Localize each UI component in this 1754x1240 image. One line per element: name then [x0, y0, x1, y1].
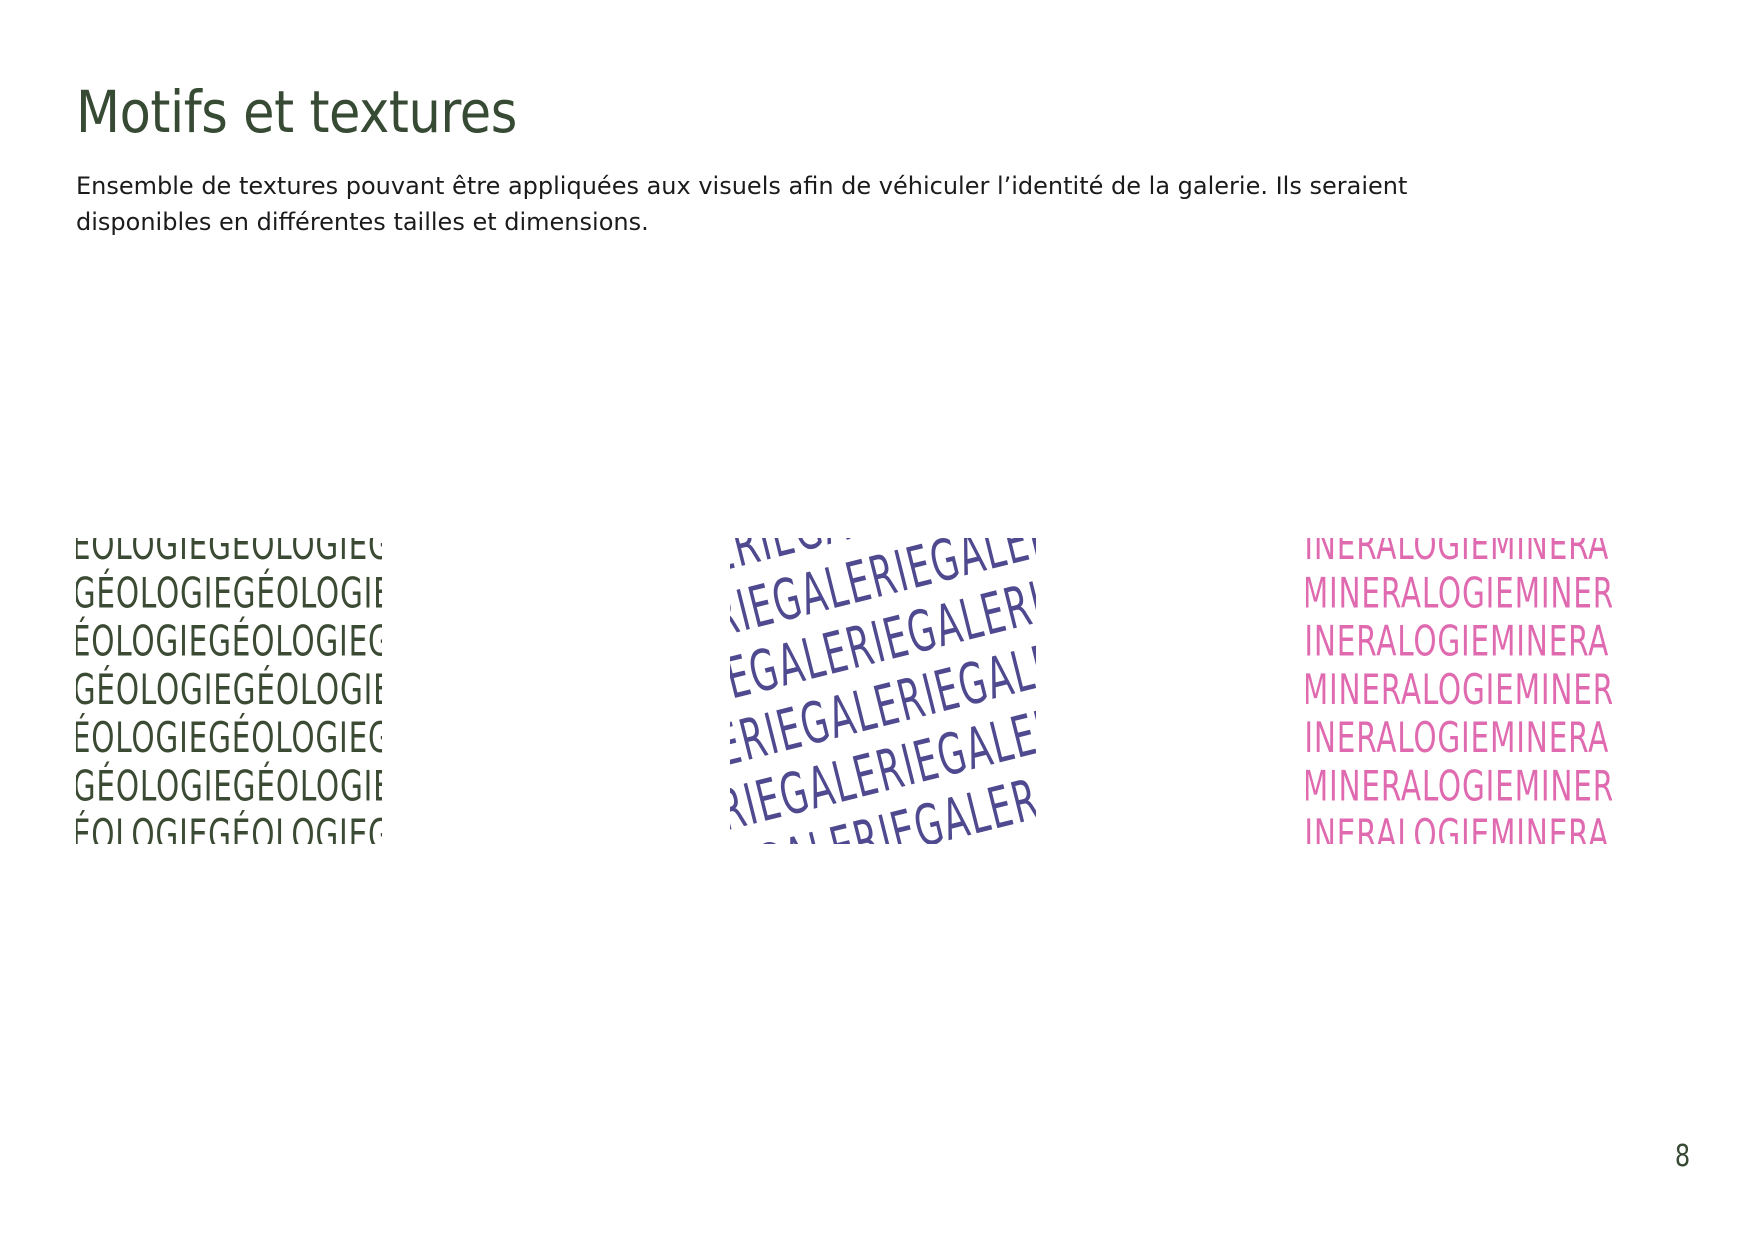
texture-row: GÉOLOGIEGÉOLOGIEGÉOLOGIEGÉOLOGIE [76, 568, 382, 617]
texture-row: GÉOLOGIEGÉOLOGIEGÉOLOGIEGÉOLOGIE [76, 665, 382, 714]
texture-row: MINERALOGIEMINERALOGIEMINERALOGIEMINERAL [1306, 761, 1612, 810]
texture-row: GÉOLOGIEGÉOLOGIEGÉOLOGIEGÉOLOGIE [76, 761, 382, 810]
texture-geologie: GÉOLOGIEGÉOLOGIE GÉOLOGIEGÉOLOGIE GÉOLOGIE… [76, 538, 382, 844]
texture-row: MINERALOGIEMINERALOGIEMINERALOGIEMINERAL [1306, 713, 1612, 762]
texture-row: GÉOLOGIEGÉOLOGIEGÉOLOGIEGÉOLOGIE [76, 810, 382, 844]
texture-row: GÉOLOGIEGÉOLOGIEGÉOLOGIEGÉOLOGIE [76, 538, 382, 569]
page-title: Motifs et textures [76, 78, 517, 146]
texture-row: GÉOLOGIEGÉOLOGIEGÉOLOGIEGÉOLOGIE [76, 713, 382, 762]
texture-geologie-pattern: GÉOLOGIEGÉOLOGIE GÉOLOGIEGÉOLOGIE GÉOLOGIE… [76, 538, 382, 844]
texture-mineralogie: MINERALOGIEMINERALOGIEMINERALOGIEMINERAL… [1306, 538, 1612, 844]
texture-row: MINERALOGIEMINERALOGIEMINERALOGIEMINERAL [1306, 810, 1612, 844]
page-number: 8 [1674, 1139, 1690, 1174]
texture-galerie-pattern: LERIEGALERIEGALERIEGALERIEERIEGALERIEGAL… [730, 538, 1036, 844]
texture-mineralogie-pattern: MINERALOGIEMINERALOGIEMINERALOGIEMINERAL… [1306, 538, 1612, 844]
texture-row: MINERALOGIEMINERALOGIEMINERALOGIEMINERAL [1306, 665, 1612, 714]
texture-row: GÉOLOGIEGÉOLOGIEGÉOLOGIEGÉOLOGIE [76, 617, 382, 666]
intro-paragraph: Ensemble de textures pouvant être appliq… [76, 172, 1408, 236]
texture-row: MINERALOGIEMINERALOGIEMINERALOGIEMINERAL [1306, 568, 1612, 617]
texture-row: MINERALOGIEMINERALOGIEMINERALOGIEMINERAL [1306, 538, 1612, 569]
texture-galerie: LERIEGALERIEGALERIEGALERIEERIEGALERIEGAL… [730, 538, 1036, 844]
texture-row: MINERALOGIEMINERALOGIEMINERALOGIEMINERAL [1306, 617, 1612, 666]
